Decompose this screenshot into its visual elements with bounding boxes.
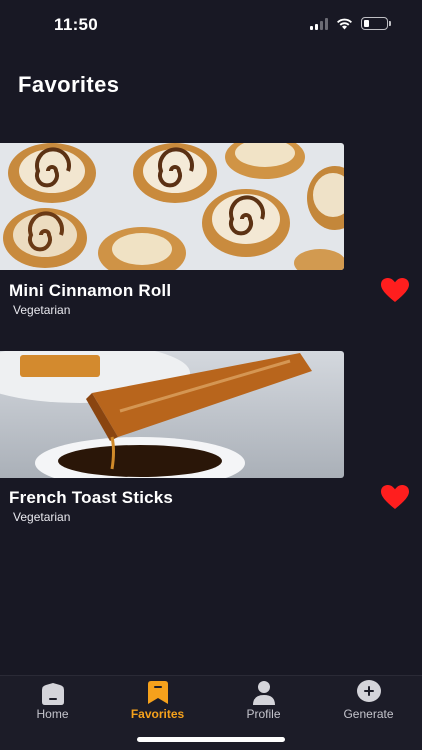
tab-label: Profile — [246, 707, 281, 721]
bookmark-icon — [147, 681, 168, 704]
recipe-title[interactable]: French Toast Sticks — [9, 488, 173, 508]
recipe-diet-tag: Vegetarian — [13, 303, 71, 317]
favorite-card-2[interactable]: French Toast Sticks Vegetarian — [0, 351, 422, 541]
plus-circle-icon — [356, 680, 381, 702]
recipe-title[interactable]: Mini Cinnamon Roll — [9, 281, 171, 301]
tab-profile[interactable]: Profile — [211, 676, 316, 736]
tab-label: Favorites — [130, 707, 185, 721]
cellular-signal-icon — [310, 17, 328, 30]
tab-favorites[interactable]: Favorites — [105, 676, 210, 736]
person-icon — [252, 681, 275, 705]
heart-icon — [381, 278, 409, 302]
status-bar: 11:50 — [0, 0, 422, 50]
recipe-diet-tag: Vegetarian — [13, 510, 71, 524]
favorite-card-1[interactable]: Mini Cinnamon Roll Vegetarian — [0, 143, 422, 333]
status-time: 11:50 — [54, 15, 99, 34]
battery-icon — [361, 17, 391, 30]
tab-label: Generate — [343, 707, 394, 721]
home-icon — [41, 683, 64, 705]
heart-icon — [381, 485, 409, 509]
home-indicator — [137, 737, 285, 742]
favorite-heart-button[interactable] — [380, 484, 410, 510]
tab-home[interactable]: Home — [0, 676, 105, 736]
recipe-image-french-toast[interactable] — [0, 351, 344, 478]
status-icons — [310, 17, 391, 30]
favorite-heart-button[interactable] — [380, 277, 410, 303]
wifi-icon — [337, 18, 352, 30]
tab-label: Home — [36, 707, 69, 721]
tab-generate[interactable]: Generate — [316, 676, 421, 736]
recipe-image-cinnamon-roll[interactable] — [0, 143, 344, 270]
tab-bar: Home Favorites Profile Generate — [0, 675, 422, 750]
page-title: Favorites — [18, 72, 120, 97]
